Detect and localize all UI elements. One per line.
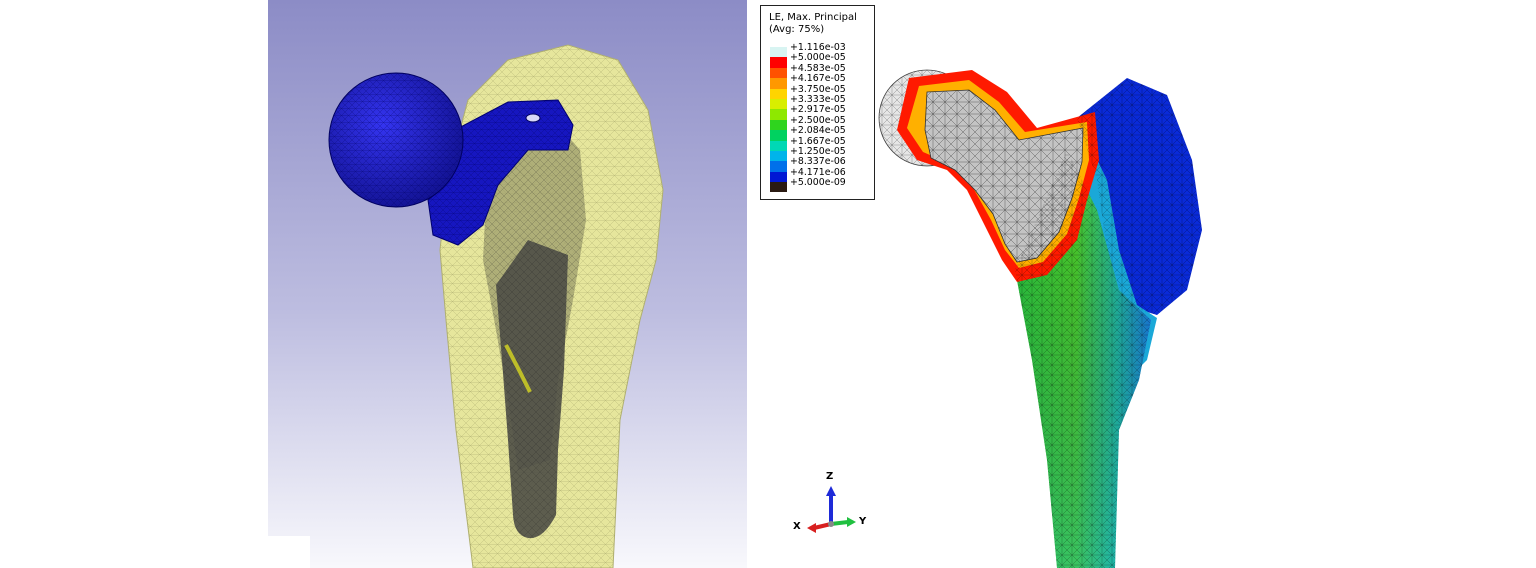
femoral-head-ball-mesh <box>329 73 463 207</box>
triad-origin <box>828 521 834 527</box>
legend-tick-label: +5.000e-09 <box>790 177 846 189</box>
x-axis-label: X <box>793 521 801 532</box>
legend-swatch <box>770 130 787 141</box>
legend-swatch <box>770 57 787 68</box>
legend-swatch <box>770 161 787 172</box>
legend-swatches <box>770 47 787 193</box>
x-axis-head <box>807 523 816 533</box>
axis-triad: Z X Y <box>786 466 876 536</box>
y-axis-label: Y <box>859 516 867 527</box>
contour-legend: LE, Max. Principal (Avg: 75%) +1.116e-03… <box>760 5 875 200</box>
legend-swatch <box>770 47 787 58</box>
legend-swatch <box>770 98 787 110</box>
femur-implant-mesh-view <box>268 0 747 568</box>
y-axis-head <box>847 517 856 527</box>
legend-swatch <box>770 78 787 89</box>
legend-swatch <box>770 67 787 79</box>
legend-swatch <box>770 109 787 120</box>
legend-swatch <box>770 171 787 183</box>
legend-swatch <box>770 119 787 131</box>
legend-swatch <box>770 182 787 193</box>
legend-title: LE, Max. Principal (Avg: 75%) <box>769 12 857 36</box>
legend-tick-label: +4.167e-05 <box>790 73 846 85</box>
z-axis-label: Z <box>826 471 834 482</box>
z-axis-head <box>826 486 836 496</box>
legend-title-line1: LE, Max. Principal <box>769 12 857 23</box>
legend-swatch <box>770 140 787 151</box>
legend-title-line2: (Avg: 75%) <box>769 24 825 35</box>
legend-tick-label: +2.084e-05 <box>790 125 846 137</box>
legend-labels: +1.116e-03 +5.000e-05 +4.583e-05 +4.167e-05… <box>790 42 846 189</box>
implant-neck-hole <box>525 113 541 123</box>
legend-swatch <box>770 150 787 162</box>
femur-implant-illustration <box>268 0 747 568</box>
background-bottom-strip <box>268 536 310 568</box>
legend-swatch <box>770 88 787 99</box>
